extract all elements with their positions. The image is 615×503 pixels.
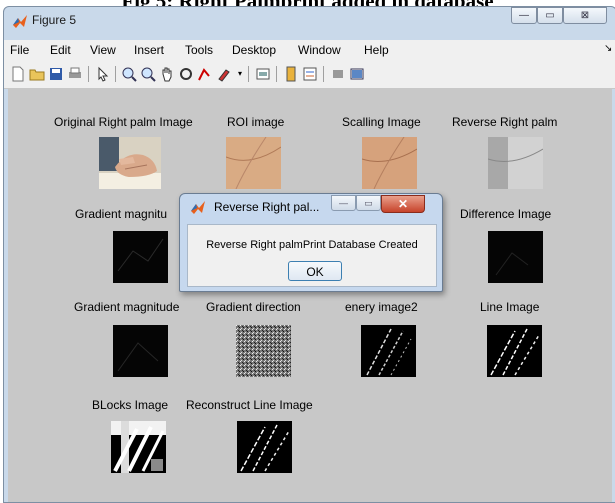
energy-image <box>361 325 416 377</box>
panel-label: Reverse Right palm <box>452 115 558 129</box>
pointer-icon[interactable] <box>95 66 111 82</box>
reverse-palm-image <box>488 137 543 189</box>
rotate-icon[interactable] <box>178 66 194 82</box>
matlab-logo-icon <box>13 15 27 28</box>
dialog-maximize-button[interactable]: ▭ <box>356 195 381 211</box>
toolbar: ▾ <box>4 60 615 89</box>
open-folder-icon[interactable] <box>29 66 45 82</box>
menu-file[interactable]: File <box>10 43 29 57</box>
panel-label: enery image2 <box>345 300 418 314</box>
panel-label: Original Right palm Image <box>54 115 193 129</box>
panel-label: Gradient magnitu <box>75 207 168 221</box>
difference-image <box>488 231 543 283</box>
gradient-magnitude-image-2 <box>113 325 168 377</box>
menu-view[interactable]: View <box>90 43 116 57</box>
maximize-button[interactable]: ▭ <box>537 7 563 24</box>
dialog-title: Reverse Right pal... <box>214 200 320 214</box>
menu-window[interactable]: Window <box>298 43 341 57</box>
toolbar-separator <box>88 66 89 82</box>
menu-edit[interactable]: Edit <box>50 43 71 57</box>
panel-label: BLocks Image <box>92 398 169 412</box>
menu-insert[interactable]: Insert <box>134 43 164 57</box>
ok-button[interactable]: OK <box>288 261 342 281</box>
menu-desktop[interactable]: Desktop <box>232 43 276 57</box>
menu-overflow-icon[interactable]: ↘ <box>604 43 612 54</box>
reconstruct-line-image <box>237 421 292 473</box>
minimize-button[interactable]: — <box>511 7 537 24</box>
close-button[interactable]: ⊠ <box>563 7 607 24</box>
menu-bar: File Edit View Insert Tools Desktop Wind… <box>4 40 615 60</box>
panel-label: Scalling Image <box>342 115 421 129</box>
save-icon[interactable] <box>48 66 64 82</box>
scaling-image <box>362 137 417 189</box>
legend-icon[interactable] <box>302 66 318 82</box>
show-plot-tools-icon[interactable] <box>349 66 365 82</box>
toolbar-separator <box>323 66 324 82</box>
blocks-image <box>111 421 166 473</box>
dialog-message: Reverse Right palmPrint Database Created <box>206 239 418 251</box>
gradient-magnitude-image <box>113 231 168 283</box>
panel-label: Reconstruct Line Image <box>186 398 313 412</box>
dialog-body: Reverse Right palmPrint Database Created… <box>187 224 437 287</box>
data-cursor-icon[interactable] <box>197 66 213 82</box>
original-palm-image <box>99 137 161 189</box>
panel-label: Difference Image <box>460 207 552 221</box>
panel-label: Line Image <box>480 300 540 314</box>
title-bar[interactable]: Figure 5 — ▭ ⊠ <box>4 7 615 35</box>
brush-icon[interactable] <box>216 66 232 82</box>
link-plot-icon[interactable] <box>255 66 271 82</box>
gradient-direction-image <box>236 325 291 377</box>
message-dialog: Reverse Right pal... — ▭ ✕ Reverse Right… <box>179 193 443 292</box>
zoom-out-icon[interactable] <box>140 66 156 82</box>
dialog-minimize-button[interactable]: — <box>331 195 356 211</box>
toolbar-separator <box>276 66 277 82</box>
window-title: Figure 5 <box>32 13 77 27</box>
new-file-icon[interactable] <box>10 66 26 82</box>
zoom-in-icon[interactable] <box>121 66 137 82</box>
colorbar-icon[interactable] <box>283 66 299 82</box>
panel-label: Gradient direction <box>206 300 301 314</box>
panel-label: ROI image <box>227 115 285 129</box>
figure-canvas: Original Right palm Image ROI image Scal… <box>8 89 612 502</box>
panel-label: Gradient magnitude <box>74 300 180 314</box>
toolbar-separator <box>248 66 249 82</box>
dialog-close-button[interactable]: ✕ <box>381 195 425 213</box>
pan-hand-icon[interactable] <box>159 66 175 82</box>
line-image <box>487 325 542 377</box>
menu-tools[interactable]: Tools <box>185 43 213 57</box>
matlab-logo-icon <box>191 201 205 214</box>
toolbar-separator <box>115 66 116 82</box>
hide-plot-tools-icon[interactable] <box>330 66 346 82</box>
roi-image <box>226 137 281 189</box>
menu-help[interactable]: Help <box>364 43 389 57</box>
dropdown-arrow-icon[interactable]: ▾ <box>232 66 248 82</box>
print-icon[interactable] <box>67 66 83 82</box>
